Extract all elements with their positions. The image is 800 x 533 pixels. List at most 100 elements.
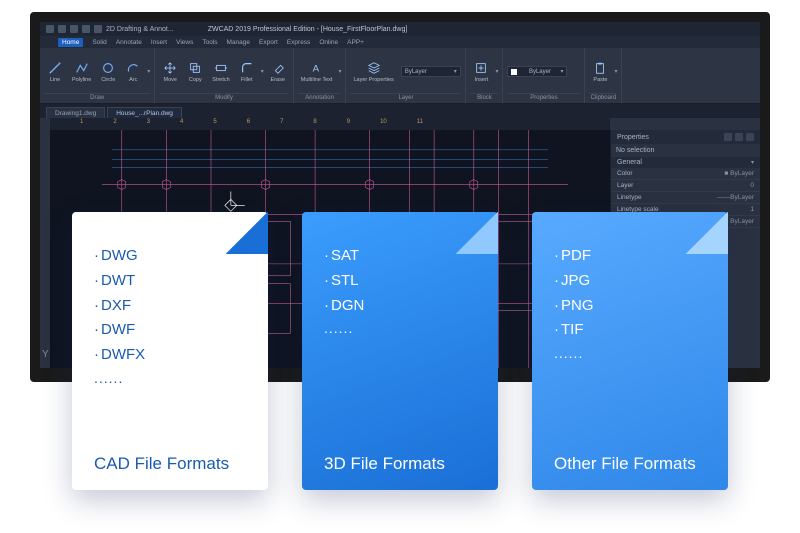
card-cad-formats: DWG DWT DXF DWF DWFX ...... CAD File For… (72, 212, 268, 490)
list-item: DXF (94, 294, 246, 319)
layers-icon (366, 60, 382, 76)
chevron-down-icon[interactable]: ▾ (614, 68, 617, 75)
polyline-icon (74, 60, 90, 76)
layer-properties-button[interactable]: Layer Properties (350, 58, 396, 85)
page-fold-icon (226, 212, 268, 254)
card-other-formats: PDF JPG PNG TIF ...... Other File Format… (532, 212, 728, 490)
panel-icon[interactable] (746, 133, 754, 141)
tab-export[interactable]: Export (259, 39, 278, 46)
group-label: Block (470, 93, 498, 103)
layer-selector[interactable]: ByLayer▾ (401, 66, 461, 77)
tab-manage[interactable]: Manage (227, 39, 251, 46)
format-list: DWG DWT DXF DWF DWFX (94, 244, 246, 368)
ribbon-group-layer: Layer Properties ByLayer▾ Layer (346, 48, 466, 103)
tab-tools[interactable]: Tools (202, 39, 217, 46)
page-fold-icon (686, 212, 728, 254)
insert-button[interactable]: Insert (470, 58, 492, 85)
doc-tab[interactable]: Drawing1.dwg (46, 107, 105, 118)
group-label: Modify (159, 93, 288, 103)
list-item: SAT (324, 244, 476, 269)
tab-annotate[interactable]: Annotate (116, 39, 142, 46)
qat-icon[interactable] (94, 25, 102, 33)
prop-row[interactable]: Color■ ByLayer (611, 168, 760, 180)
tab-express[interactable]: Express (287, 39, 310, 46)
copy-button[interactable]: Copy (184, 58, 206, 85)
copy-icon (187, 60, 203, 76)
selection-state: No selection (616, 147, 755, 154)
chevron-down-icon[interactable]: ▾ (147, 68, 150, 75)
tab-solid[interactable]: Solid (92, 39, 106, 46)
chevron-down-icon: ▾ (751, 159, 754, 166)
doc-tab[interactable]: House_...rPlan.dwg (107, 107, 182, 118)
file-format-cards: DWG DWT DXF DWF DWFX ...... CAD File For… (72, 212, 728, 490)
properties-header: Properties (611, 130, 760, 144)
card-3d-formats: SAT STL DGN ...... 3D File Formats (302, 212, 498, 490)
block-icon (473, 60, 489, 76)
arc-button[interactable]: Arc (122, 58, 144, 85)
group-label: Annotation (298, 93, 342, 103)
panel-icon[interactable] (735, 133, 743, 141)
chevron-down-icon[interactable]: ▾ (338, 68, 341, 75)
group-label: Layer (350, 93, 461, 103)
fillet-button[interactable]: Fillet (236, 58, 258, 85)
ucs-icon (225, 191, 245, 211)
app-icon (46, 25, 54, 33)
move-button[interactable]: Move (159, 58, 181, 85)
tab-home[interactable]: Home (58, 38, 83, 47)
color-selector[interactable]: ByLayer▾ (507, 66, 567, 77)
list-item: DWT (94, 269, 246, 294)
tab-views[interactable]: Views (176, 39, 193, 46)
list-item: PDF (554, 244, 706, 269)
document-tabs: Drawing1.dwg House_...rPlan.dwg (40, 104, 760, 118)
move-icon (162, 60, 178, 76)
ribbon-group-draw: Line Polyline Circle Arc ▾ Draw (40, 48, 155, 103)
format-list: SAT STL DGN (324, 244, 476, 318)
chevron-down-icon[interactable]: ▾ (261, 68, 264, 75)
ribbon-group-annotation: AMultiline Text ▾ Annotation (294, 48, 347, 103)
list-item: PNG (554, 294, 706, 319)
list-item: DWFX (94, 343, 246, 368)
group-label: Draw (44, 93, 150, 103)
prop-row[interactable]: Linetype——ByLayer (611, 192, 760, 204)
arc-icon (125, 60, 141, 76)
line-icon (47, 60, 63, 76)
polyline-button[interactable]: Polyline (69, 58, 94, 85)
prop-row[interactable]: Layer0 (611, 180, 760, 192)
qat-icon[interactable] (58, 25, 66, 33)
tab-app[interactable]: APP+ (347, 39, 364, 46)
ribbon-group-modify: Move Copy Stretch Fillet ▾ Erase Modify (155, 48, 293, 103)
ruler-horizontal: 1 2 3 4 5 6 7 8 9 10 11 (50, 118, 610, 130)
qat-icon[interactable] (70, 25, 78, 33)
list-item: DGN (324, 294, 476, 319)
list-item: STL (324, 269, 476, 294)
qat-icon[interactable] (82, 25, 90, 33)
mtext-button[interactable]: AMultiline Text (298, 58, 336, 85)
text-icon: A (309, 60, 325, 76)
format-list: PDF JPG PNG TIF (554, 244, 706, 343)
window-title: ZWCAD 2019 Professional Edition - [House… (208, 26, 408, 33)
section-header[interactable]: General▾ (611, 157, 760, 168)
stretch-icon (213, 60, 229, 76)
stretch-button[interactable]: Stretch (209, 58, 232, 85)
ribbon: Line Polyline Circle Arc ▾ Draw Move Cop… (40, 48, 760, 104)
ribbon-group-properties: ByLayer▾ Properties (503, 48, 585, 103)
chevron-down-icon: ▾ (560, 68, 563, 75)
ribbon-group-clipboard: Paste ▾ Clipboard (585, 48, 622, 103)
erase-button[interactable]: Erase (267, 58, 289, 85)
circle-button[interactable]: Circle (97, 58, 119, 85)
ribbon-tabs: Home Solid Annotate Insert Views Tools M… (40, 36, 760, 48)
workspace-selector[interactable]: 2D Drafting & Annot... (106, 26, 174, 33)
tab-insert[interactable]: Insert (151, 39, 167, 46)
list-item: JPG (554, 269, 706, 294)
chevron-down-icon[interactable]: ▾ (495, 68, 498, 75)
paste-button[interactable]: Paste (589, 58, 611, 85)
line-button[interactable]: Line (44, 58, 66, 85)
ribbon-group-block: Insert ▾ Block (466, 48, 503, 103)
titlebar: 2D Drafting & Annot... ZWCAD 2019 Profes… (40, 22, 760, 36)
erase-icon (270, 60, 286, 76)
tab-online[interactable]: Online (319, 39, 338, 46)
page-fold-icon (456, 212, 498, 254)
panel-icon[interactable] (724, 133, 732, 141)
more-indicator: ...... (324, 320, 476, 336)
list-item: TIF (554, 318, 706, 343)
